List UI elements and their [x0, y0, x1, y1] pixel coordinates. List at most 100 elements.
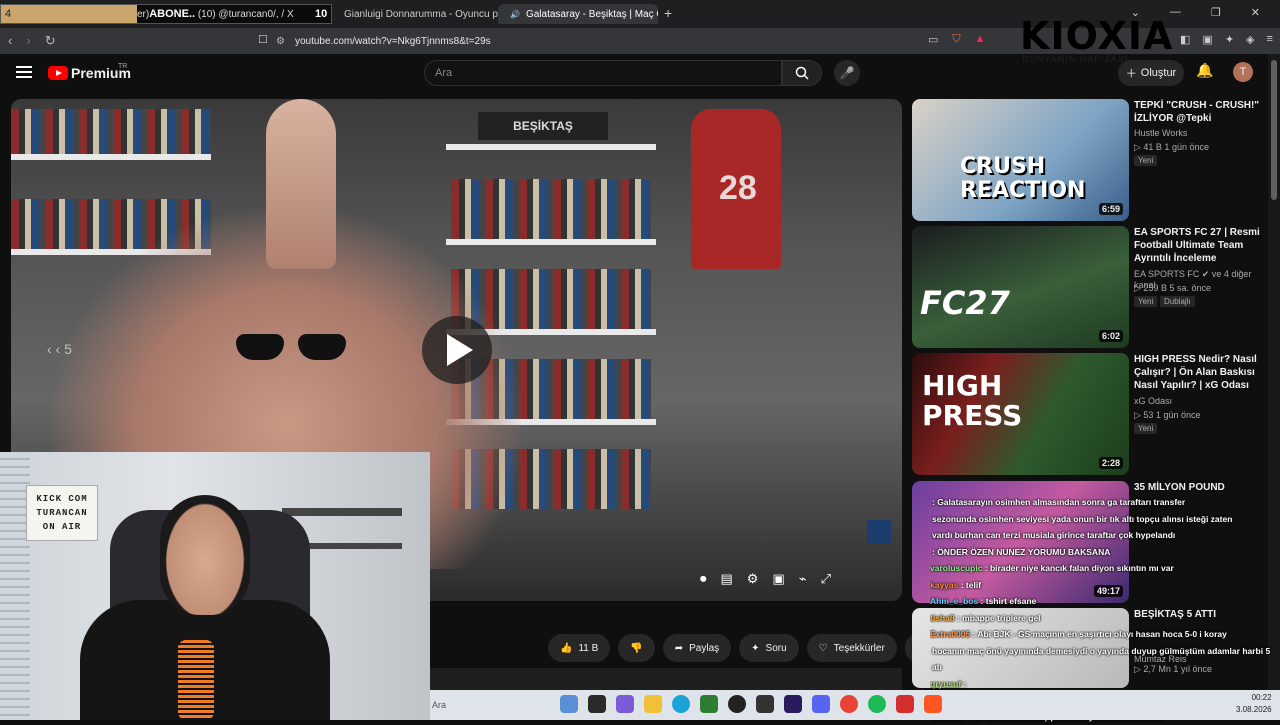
ask-button[interactable]: ✦Soru — [739, 634, 799, 662]
chat-text: : mbappe triplere gel — [955, 613, 1041, 623]
chat-text: : tshirt efsane — [978, 596, 1036, 606]
premiere-icon[interactable] — [784, 695, 802, 713]
site-info-icon[interactable]: ⚙ — [276, 36, 285, 47]
chat-username: qryusuf — [930, 679, 961, 689]
thanks-button[interactable]: ♡Teşekkürler — [807, 634, 897, 662]
settings-gear-icon[interactable]: ⚙ — [747, 571, 759, 587]
recommended-video[interactable]: HIGH PRESS 2:28 HIGH PRESS Nedir? Nasıl … — [912, 353, 1268, 475]
banner-text: er)ABONE.. (10) @turancan0/, / X — [137, 8, 315, 20]
taskbar-apps — [560, 695, 942, 713]
new-tab-icon[interactable]: + — [664, 5, 672, 21]
miniplayer-icon[interactable]: ▣ — [772, 571, 784, 587]
close-window-icon[interactable]: ✕ — [1251, 6, 1260, 19]
video-thumbnail[interactable]: FC27 6:02 — [912, 226, 1129, 348]
copilot-icon[interactable] — [616, 695, 634, 713]
video-meta: ▷ 259 B 5 sa. önce — [1134, 283, 1211, 294]
new-badge: Yeni — [1134, 296, 1157, 307]
vpn-icon[interactable]: ◈ — [1246, 33, 1254, 46]
url-field[interactable]: ⚙ youtube.com/watch?v=Nkg6Tjnnms8&t=29s — [276, 31, 896, 51]
youtube-logo-icon[interactable] — [48, 66, 68, 80]
avatar[interactable]: T — [1233, 62, 1253, 82]
brave-shield-icon[interactable]: ⛉ — [952, 33, 960, 46]
share-button[interactable]: ➦Paylaş — [663, 634, 731, 662]
subtitles-icon[interactable]: ▤ — [721, 571, 733, 587]
maximize-icon[interactable]: ❐ — [1211, 6, 1221, 19]
tab-label: Galatasaray - Beşiktaş | Maç Ö — [526, 9, 658, 20]
chrome-icon[interactable] — [840, 695, 858, 713]
discord-icon[interactable] — [812, 695, 830, 713]
chat-text: : Galatasarayın osimhen almasından sonra… — [932, 497, 1185, 507]
forward-icon[interactable]: › — [26, 33, 30, 49]
video-title[interactable]: HIGH PRESS Nedir? Nasıl Çalışır? | Ön Al… — [1134, 353, 1274, 392]
bookshelf-books — [11, 109, 211, 154]
taskbar-search[interactable]: Ara — [430, 692, 550, 718]
create-button[interactable]: ＋Oluştur — [1118, 60, 1184, 86]
cast-icon[interactable]: ⌁ — [799, 571, 807, 587]
app-icon[interactable] — [896, 695, 914, 713]
recommended-video[interactable]: CRUSH REACTION 6:59 TEPKİ "CRUSH - CRUSH… — [912, 99, 1268, 221]
wallet-icon[interactable]: ▣ — [1202, 33, 1212, 46]
video-title[interactable]: 35 MİLYON POUND — [1134, 481, 1274, 494]
app-icon[interactable] — [700, 695, 718, 713]
edge-icon[interactable] — [672, 695, 690, 713]
banner-left-segment: 4 — [1, 5, 137, 23]
fullscreen-icon[interactable]: ⤢ — [821, 571, 831, 587]
sidebar-icon[interactable]: ◧ — [1180, 33, 1190, 46]
dislike-button[interactable]: 👎 — [618, 634, 654, 662]
spotify-icon[interactable] — [868, 695, 886, 713]
explorer-icon[interactable] — [588, 695, 606, 713]
tab-donnarumma[interactable]: Gianluigi Donnarumma - Oyuncu pro — [338, 4, 498, 24]
notifications-bell-icon[interactable]: 🔔 — [1196, 62, 1213, 79]
folder-icon[interactable] — [644, 695, 662, 713]
thumbnail-text: CRUSH REACTION — [960, 155, 1129, 203]
back-icon[interactable]: ‹ — [8, 33, 12, 49]
brave-icon[interactable] — [924, 695, 942, 713]
video-title[interactable]: EA SPORTS FC 27 | Resmi Football Ultimat… — [1134, 226, 1274, 265]
autoplay-toggle-icon[interactable]: ⏺ — [700, 571, 707, 587]
search-button[interactable] — [782, 60, 822, 86]
channel-name[interactable]: Hustle Works — [1134, 128, 1187, 138]
task-view-icon[interactable] — [560, 695, 578, 713]
menu-icon[interactable]: ≡ — [1267, 33, 1273, 46]
cast-icon[interactable]: ▭ — [928, 33, 938, 46]
sponsor-logo: KIOXIA — [1020, 14, 1173, 58]
chat-username: Extra0005 — [930, 629, 970, 639]
system-clock[interactable]: 00:22 3.08.2026 — [1236, 692, 1272, 716]
capcut-icon[interactable] — [756, 695, 774, 713]
search-placeholder: Ara — [435, 67, 452, 79]
bookmark-icon[interactable]: ☐ — [258, 33, 268, 46]
thumbs-up-icon: 👍 — [560, 643, 572, 654]
sign-line: ON AIR — [43, 522, 81, 532]
jersey-number: 28 — [719, 169, 757, 208]
video-duration: 6:02 — [1099, 330, 1123, 342]
channel-name[interactable]: xG Odası — [1134, 396, 1172, 406]
shelf — [446, 144, 656, 150]
player-controls: ⏺ ▤ ⚙ ▣ ⌁ ⤢ — [700, 571, 831, 587]
reload-icon[interactable]: ↻ — [45, 33, 56, 49]
video-title[interactable]: TEPKİ "CRUSH - CRUSH!" İZLİYOR @Tepki — [1134, 99, 1274, 125]
voice-search-button[interactable]: 🎤 — [834, 60, 860, 86]
video-thumbnail[interactable]: CRUSH REACTION 6:59 — [912, 99, 1129, 221]
chat-message: Extra0005 : Abi BJK - GS maçının en şaşı… — [930, 626, 1280, 643]
obs-icon[interactable] — [728, 695, 746, 713]
video-duration: 6:59 — [1099, 203, 1123, 215]
share-icon: ➦ — [675, 643, 683, 654]
like-button[interactable]: 👍11 B — [548, 634, 610, 662]
description-preview[interactable] — [430, 668, 902, 690]
chat-message: : ÖNDER ÖZEN NUNEZ YORUMU BAKSANA — [930, 544, 1280, 561]
ai-icon[interactable]: ✦ — [1225, 33, 1234, 46]
recommended-video[interactable]: FC27 6:02 EA SPORTS FC 27 | Resmi Footba… — [912, 226, 1268, 348]
clock-time: 00:22 — [1236, 692, 1272, 704]
play-button[interactable] — [422, 316, 492, 384]
channel-watermark-icon[interactable] — [867, 520, 891, 544]
chat-message: Ahm_e_bos : tshirt efsane — [930, 593, 1280, 610]
search-input[interactable]: Ara — [424, 60, 782, 86]
tab-youtube-active[interactable]: 🔊 Galatasaray - Beşiktaş | Maç Ö ✕ — [498, 4, 658, 24]
scrollbar-thumb[interactable] — [1271, 60, 1277, 200]
hamburger-menu-icon[interactable] — [16, 66, 32, 78]
banner-count: 10 — [315, 8, 331, 20]
video-thumbnail[interactable]: HIGH PRESS 2:28 — [912, 353, 1129, 475]
rewards-icon[interactable]: ▲ — [975, 33, 986, 46]
region-code: TR — [118, 63, 127, 70]
thanks-label: Teşekkürler — [834, 643, 885, 654]
